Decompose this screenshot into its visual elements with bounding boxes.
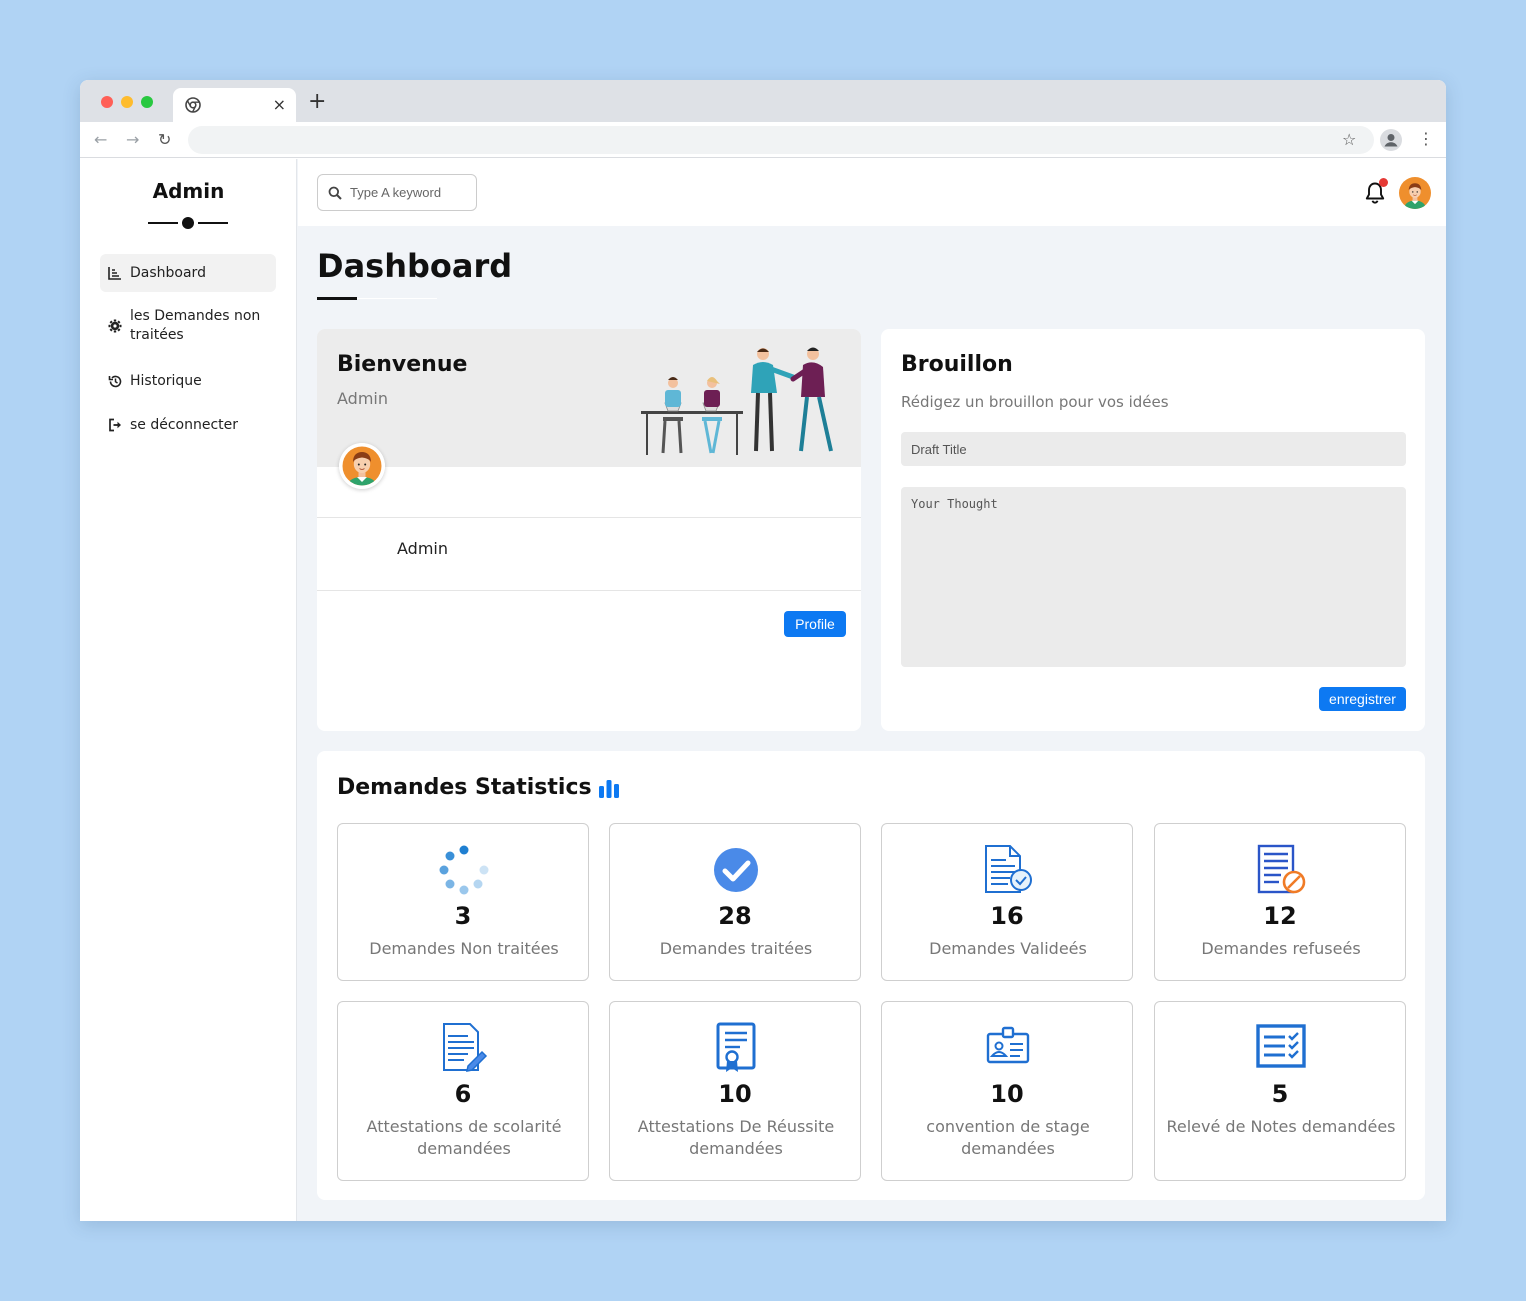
welcome-title: Bienvenue	[337, 352, 468, 377]
browser-window: × + ← → ↻ ☆ ⋮ Admin Dashboard les Demand…	[80, 80, 1446, 1221]
stat-value: 12	[1263, 902, 1297, 930]
save-button[interactable]: enregistrer	[1319, 687, 1406, 711]
draft-title: Brouillon	[901, 352, 1013, 377]
url-field[interactable]	[188, 126, 1374, 154]
sidebar-brand: Admin	[152, 179, 225, 203]
profile-button[interactable]: Profile	[784, 611, 846, 637]
browser-tabbar: × +	[80, 80, 1446, 122]
app: Admin Dashboard les Demandes non traitée…	[80, 159, 1446, 1221]
document-edit-icon	[443, 1023, 488, 1072]
chart-icon	[100, 266, 130, 280]
brand-divider	[148, 217, 228, 229]
minimize-window-button[interactable]	[121, 96, 133, 108]
search-box[interactable]	[317, 174, 477, 211]
stat-label: Attestations De Réussite demandées	[637, 1117, 835, 1158]
stat-card-refusees[interactable]: 12 Demandes refuseés	[1154, 823, 1406, 981]
stat-value: 28	[718, 902, 752, 930]
stat-value: 16	[990, 902, 1024, 930]
sidebar-item-historique[interactable]: Historique	[100, 371, 276, 391]
checklist-icon	[1256, 1024, 1306, 1068]
stat-label: Demandes Valideés	[929, 939, 1087, 958]
welcome-subtitle: Admin	[337, 389, 388, 408]
team-illustration	[641, 347, 833, 455]
stats-title: Demandes Statistics	[337, 775, 620, 800]
id-badge-icon	[986, 1026, 1030, 1064]
address-bar: ← → ↻ ☆ ⋮	[80, 122, 1446, 158]
logout-icon	[100, 418, 130, 432]
sidebar-item-demandes-non-traitees[interactable]: les Demandes non traitées	[100, 307, 276, 347]
stat-label: Demandes traitées	[659, 939, 813, 958]
stat-card-traitees[interactable]: 28 Demandes traitées	[609, 823, 861, 981]
document-rejected-icon	[1257, 844, 1306, 894]
document-check-icon	[985, 845, 1032, 893]
stat-label: Relevé de Notes demandées	[1166, 1117, 1396, 1136]
sidebar-item-label: les Demandes non traitées	[130, 308, 261, 343]
sidebar: Admin Dashboard les Demandes non traitée…	[80, 159, 297, 1221]
sidebar-item-label: Dashboard	[130, 265, 206, 281]
welcome-card: Bienvenue Admin Admin Profile	[317, 329, 861, 731]
stat-card-convention[interactable]: 10 convention de stage demandées	[881, 1001, 1133, 1181]
sidebar-item-label: Historique	[130, 373, 202, 389]
history-icon	[100, 374, 130, 389]
bar-chart-icon	[598, 779, 619, 798]
stat-card-scolarite[interactable]: 6 Attestations de scolarité demandées	[337, 1001, 589, 1181]
draft-body-textarea[interactable]	[901, 487, 1406, 667]
bookmark-star-icon[interactable]: ☆	[1342, 130, 1356, 150]
avatar[interactable]	[1399, 177, 1431, 209]
gear-icon	[100, 307, 130, 333]
draft-card: Brouillon Rédigez un brouillon pour vos …	[881, 329, 1425, 731]
stats-card: Demandes Statistics 3 Demandes Non trait…	[317, 751, 1425, 1200]
topbar	[298, 159, 1446, 226]
stat-value: 10	[990, 1080, 1024, 1108]
stat-card-releve-notes[interactable]: 5 Relevé de Notes demandées	[1154, 1001, 1406, 1181]
notification-dot	[1379, 178, 1388, 187]
title-underline	[317, 297, 357, 300]
stat-card-reussite[interactable]: 10 Attestations De Réussite demandées	[609, 1001, 861, 1181]
search-icon	[328, 186, 342, 200]
stat-card-validees[interactable]: 16 Demandes Valideés	[881, 823, 1133, 981]
stat-value: 6	[454, 1080, 472, 1108]
stat-label: convention de stage demandées	[926, 1117, 1090, 1158]
divider	[317, 590, 861, 591]
search-input[interactable]	[350, 185, 470, 200]
draft-title-input[interactable]	[901, 432, 1406, 466]
divider	[317, 517, 861, 518]
stat-label: Demandes Non traitées	[369, 939, 559, 958]
stat-value: 5	[1271, 1080, 1289, 1108]
sidebar-item-dashboard[interactable]: Dashboard	[100, 254, 276, 292]
stat-label: Demandes refuseés	[1201, 939, 1361, 958]
user-name: Admin	[397, 539, 448, 558]
sidebar-item-logout[interactable]: se déconnecter	[100, 415, 276, 435]
stat-card-non-traitees[interactable]: 3 Demandes Non traitées	[337, 823, 589, 981]
draft-subtitle: Rédigez un brouillon pour vos idées	[901, 393, 1169, 411]
back-icon[interactable]: ←	[94, 130, 107, 150]
forward-icon[interactable]: →	[126, 130, 139, 150]
stat-label: Attestations de scolarité demandées	[366, 1117, 562, 1158]
chrome-icon	[185, 97, 201, 113]
stats-title-text: Demandes Statistics	[337, 775, 592, 800]
browser-tab[interactable]: ×	[173, 88, 296, 122]
new-tab-button[interactable]: +	[308, 90, 326, 114]
browser-profile-icon[interactable]	[1380, 129, 1402, 151]
avatar[interactable]	[339, 443, 385, 489]
tab-close-icon[interactable]: ×	[273, 95, 286, 115]
sidebar-item-label: se déconnecter	[130, 417, 239, 433]
stat-value: 10	[718, 1080, 752, 1108]
welcome-header: Bienvenue Admin	[317, 329, 861, 467]
reload-icon[interactable]: ↻	[158, 130, 171, 150]
page-title: Dashboard	[317, 247, 513, 285]
browser-menu-icon[interactable]: ⋮	[1418, 128, 1434, 150]
check-circle-icon	[714, 848, 758, 892]
spinner-icon	[439, 845, 489, 895]
close-window-button[interactable]	[101, 96, 113, 108]
certificate-icon	[716, 1022, 756, 1072]
stat-value: 3	[454, 902, 472, 930]
maximize-window-button[interactable]	[141, 96, 153, 108]
